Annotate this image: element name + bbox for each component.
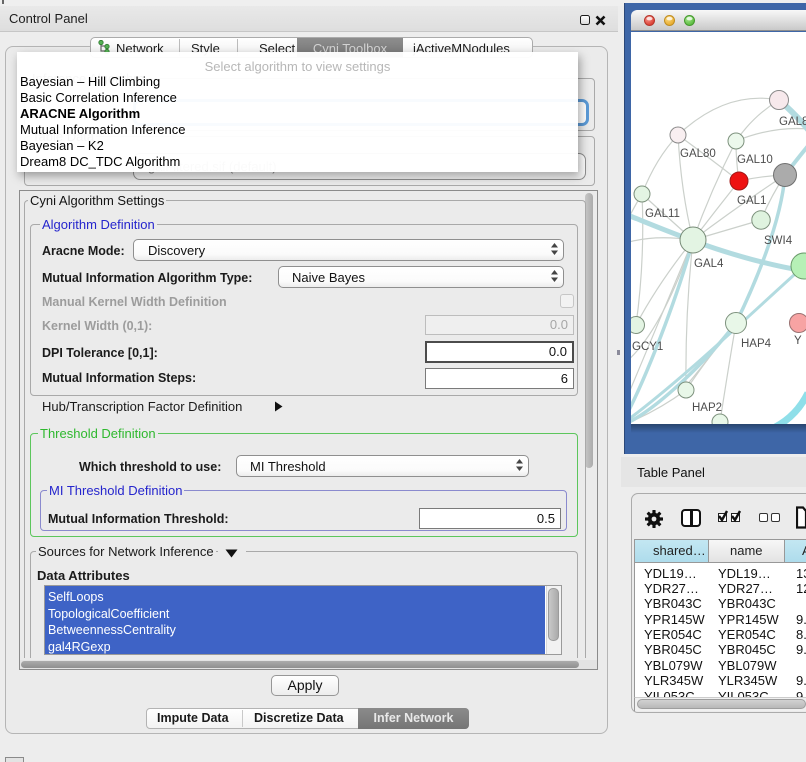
svg-text:SWI4: SWI4: [764, 235, 793, 247]
svg-text:GAL11: GAL11: [645, 208, 680, 220]
svg-text:HAP2: HAP2: [692, 402, 722, 414]
svg-text:GAL10: GAL10: [737, 154, 773, 166]
svg-text:GCY1: GCY1: [632, 341, 663, 353]
svg-text:GAL80: GAL80: [680, 148, 716, 160]
svg-text:Y: Y: [794, 335, 802, 347]
svg-text:GAL8: GAL8: [779, 116, 806, 128]
svg-text:HAP4: HAP4: [741, 338, 772, 350]
svg-text:GAL4: GAL4: [694, 258, 724, 270]
svg-text:GAL1: GAL1: [737, 195, 766, 207]
